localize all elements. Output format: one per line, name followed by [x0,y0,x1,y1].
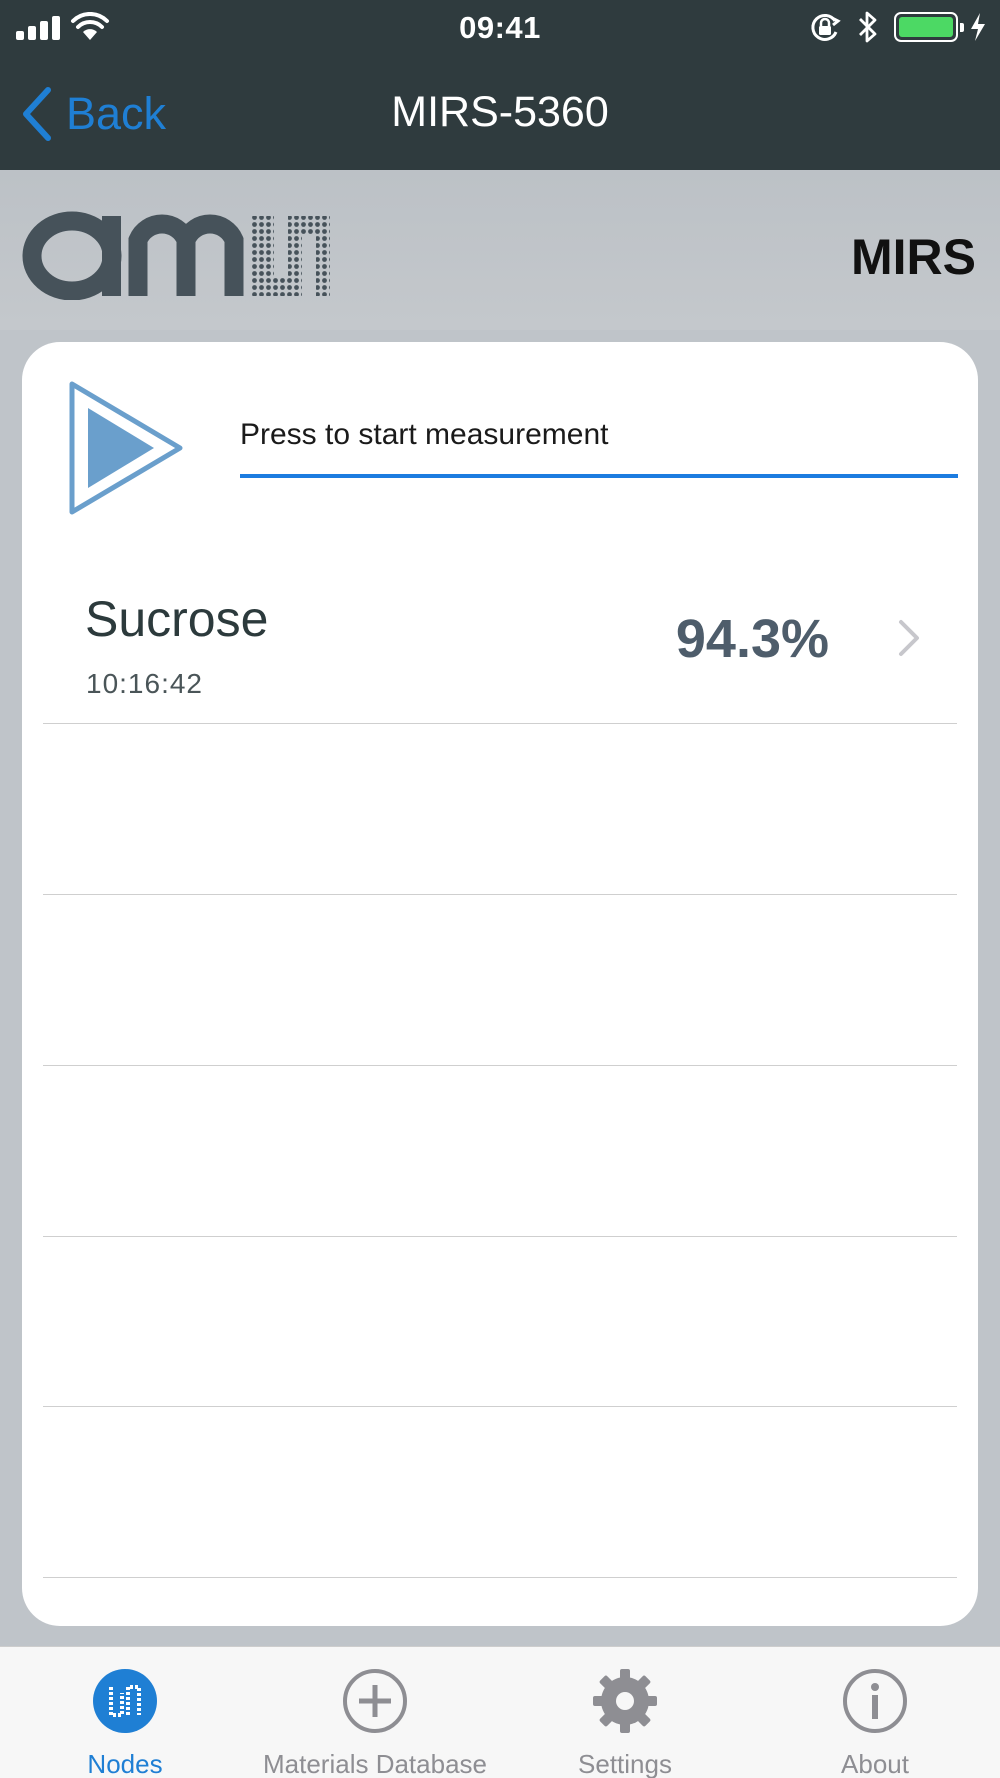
navigation-bar: 09:41 Back MIRS-5360 [0,0,1000,170]
start-measurement-prompt[interactable]: Press to start measurement [240,418,608,452]
rotation-lock-icon [811,13,841,41]
tab-label: Materials Database [263,1749,487,1778]
play-icon[interactable] [66,378,186,518]
gear-icon [593,1669,657,1733]
page-title: MIRS-5360 [391,88,609,136]
tab-settings[interactable]: Settings [500,1647,750,1778]
tab-label: Nodes [87,1749,163,1778]
chevron-right-icon [899,620,919,656]
result-time: 10:16:42 [86,668,203,699]
bluetooth-icon [859,11,877,43]
charging-bolt-icon [971,13,985,41]
empty-result-row [43,1236,957,1407]
product-name: MIRS [851,229,976,285]
empty-result-row [43,895,957,1066]
ams-nodes-icon [93,1669,157,1733]
empty-result-row [43,1407,957,1578]
tab-label: Settings [578,1749,672,1778]
measurement-card: Press to start measurement Sucrose 10:16… [22,342,978,1626]
empty-result-row [43,1066,957,1237]
plus-circle-icon [343,1669,407,1733]
result-row[interactable]: Sucrose 10:16:42 94.3% [43,562,957,724]
tab-nodes[interactable]: Nodes [0,1647,250,1778]
result-value: 94.3% [675,609,829,669]
status-bar: 09:41 [0,0,1000,56]
prompt-underline [240,474,958,478]
ams-logo [22,211,330,300]
info-icon [843,1669,907,1733]
tab-bar: Nodes Materials Database Settings About [0,1646,1000,1778]
empty-result-row [43,724,957,895]
tab-label: About [841,1749,909,1778]
result-name: Sucrose [85,591,269,647]
tab-materials-database[interactable]: Materials Database [250,1647,500,1778]
battery-icon [894,12,964,42]
status-time: 09:41 [459,10,541,45]
tab-about[interactable]: About [750,1647,1000,1778]
